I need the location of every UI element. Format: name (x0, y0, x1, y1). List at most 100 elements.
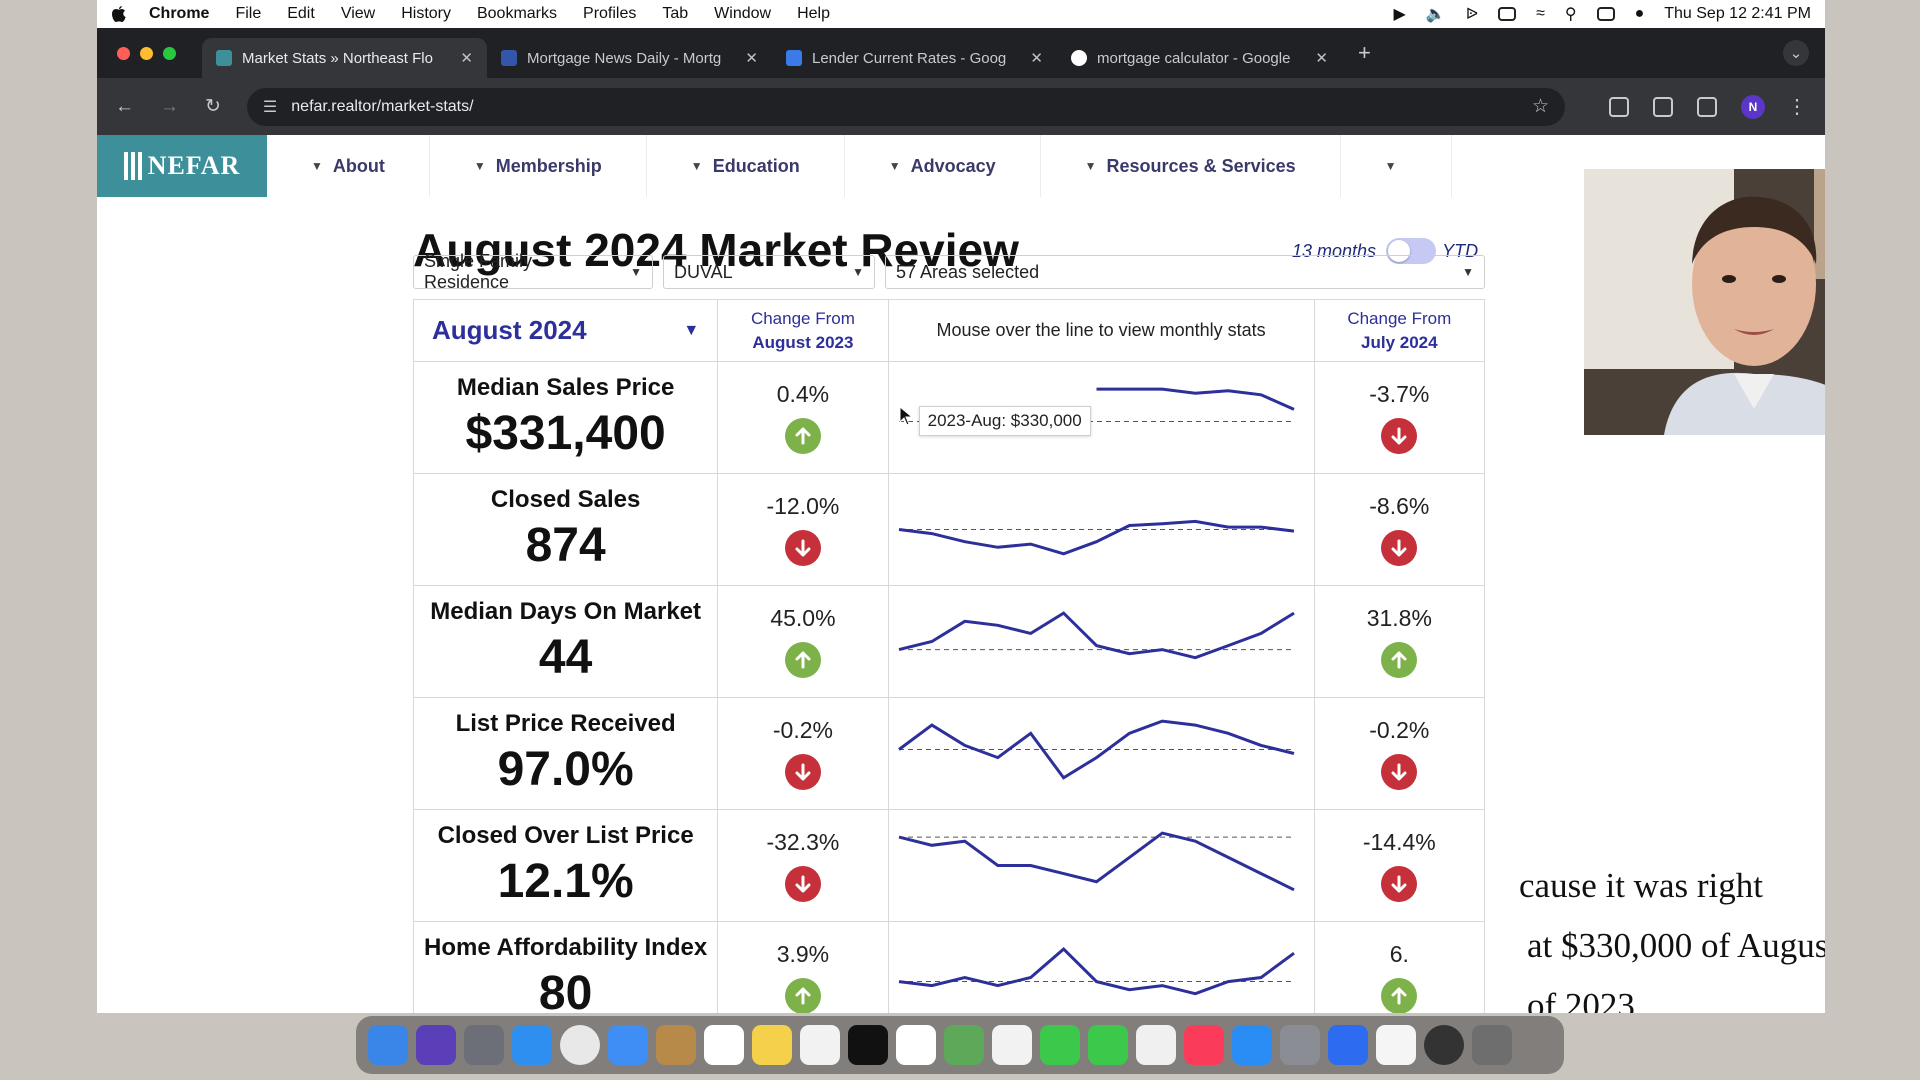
new-tab-button[interactable]: + (1358, 40, 1371, 66)
minimize-window-button[interactable] (140, 46, 153, 60)
photos-icon[interactable] (992, 1025, 1032, 1065)
table-row: Median Days On Market 44 45.0% 31.8% (412, 585, 1486, 698)
extensions-puzzle-icon[interactable] (1653, 96, 1673, 117)
site-info-icon[interactable]: ☰ (263, 97, 277, 117)
siri-icon[interactable]: ● (1635, 5, 1645, 23)
county-select[interactable]: DUVAL ▼ (663, 255, 875, 289)
play-icon[interactable]: ▶ (1394, 4, 1406, 24)
sparkline-cell[interactable]: 2023-Aug: $330,000 (887, 361, 1315, 474)
finder-icon[interactable] (368, 1025, 408, 1065)
mom-change-value: 6. (1389, 941, 1409, 967)
back-arrow-icon[interactable]: ← (115, 96, 134, 118)
reload-icon[interactable]: ↻ (205, 95, 221, 118)
close-window-button[interactable] (117, 46, 130, 60)
menu-edit[interactable]: Edit (287, 5, 315, 23)
sparkline-series[interactable] (898, 947, 1295, 996)
calendar-icon[interactable] (704, 1025, 744, 1065)
notes-icon[interactable] (752, 1025, 792, 1065)
messages-icon[interactable] (1040, 1025, 1080, 1065)
sparkline-chart[interactable] (889, 586, 1314, 697)
battery-icon[interactable] (1498, 7, 1517, 21)
sparkline-chart[interactable] (889, 474, 1314, 585)
bookmark-star-icon[interactable]: ☆ (1532, 95, 1549, 118)
sparkline-chart[interactable] (889, 698, 1314, 809)
menu-view[interactable]: View (341, 5, 375, 23)
wifi-icon[interactable]: ≈ (1536, 5, 1545, 23)
volume-icon[interactable]: 🔈 (1426, 4, 1446, 24)
profile-avatar[interactable]: N (1741, 94, 1765, 119)
app-store-icon[interactable] (1232, 1025, 1272, 1065)
month-select[interactable]: August 2024 ▼ (414, 315, 717, 346)
tab-close-icon[interactable]: ✕ (745, 49, 758, 67)
nav-education[interactable]: ▼ Education (647, 135, 845, 197)
menubar-clock[interactable]: Thu Sep 12 2:41 PM (1664, 5, 1811, 23)
sparkline-cell[interactable] (887, 921, 1315, 1013)
menu-bookmarks[interactable]: Bookmarks (477, 5, 557, 23)
sparkline-series[interactable] (898, 831, 1295, 892)
sparkline-cell[interactable] (887, 585, 1315, 698)
nav-advocacy[interactable]: ▼ Advocacy (845, 135, 1041, 197)
nav-membership[interactable]: ▼ Membership (430, 135, 647, 197)
sparkline-series[interactable] (898, 519, 1294, 556)
zoom-window-button[interactable] (163, 46, 176, 60)
tab-close-icon[interactable]: ✕ (1315, 49, 1328, 67)
address-bar[interactable]: ☰ nefar.realtor/market-stats/ ☆ (246, 87, 1565, 126)
bluetooth-icon[interactable]: ᐉ (1466, 4, 1478, 24)
tab-market-stats[interactable]: Market Stats » Northeast Flo ✕ (202, 38, 487, 78)
sparkline-cell[interactable] (887, 809, 1315, 922)
tab-close-icon[interactable]: ✕ (1030, 49, 1043, 67)
reading-list-icon[interactable] (1697, 96, 1717, 117)
nav-about[interactable]: ▼ About (267, 135, 430, 197)
news-icon[interactable] (1136, 1025, 1176, 1065)
url-text[interactable]: nefar.realtor/market-stats/ (291, 98, 473, 116)
tab-mortgage-calculator[interactable]: mortgage calculator - Google ✕ (1057, 38, 1342, 78)
menu-history[interactable]: History (401, 5, 451, 23)
system-settings-icon[interactable] (1280, 1025, 1320, 1065)
safari-icon[interactable] (512, 1025, 552, 1065)
areas-select[interactable]: 57 Areas selected ▼ (885, 255, 1485, 289)
extension-icon[interactable] (1609, 96, 1629, 117)
menu-profiles[interactable]: Profiles (583, 5, 636, 23)
contacts-icon[interactable] (656, 1025, 696, 1065)
freeform-icon[interactable] (800, 1025, 840, 1065)
spotlight-icon[interactable]: ⚲ (1565, 4, 1577, 24)
sparkline-series[interactable] (898, 611, 1295, 660)
nefar-logo[interactable]: NEFAR (97, 135, 267, 197)
tab-close-icon[interactable]: ✕ (460, 49, 473, 67)
mail-icon[interactable] (608, 1025, 648, 1065)
capcut-icon[interactable] (1376, 1025, 1416, 1065)
facetime-icon[interactable] (1088, 1025, 1128, 1065)
property-type-select[interactable]: Single Family Residence ▼ (413, 251, 653, 292)
trash-icon[interactable] (1472, 1025, 1512, 1065)
control-center-icon[interactable] (1596, 7, 1615, 21)
menu-app-name[interactable]: Chrome (149, 5, 209, 23)
loading-app-icon[interactable] (1424, 1025, 1464, 1065)
tab-mortgage-news-daily[interactable]: Mortgage News Daily - Mortg ✕ (487, 38, 772, 78)
tab-search-chevron-icon[interactable]: ⌄ (1783, 40, 1809, 66)
arrow-up-icon (784, 978, 821, 1013)
chrome-menu-icon[interactable]: ⋮ (1787, 94, 1807, 119)
menu-tab[interactable]: Tab (662, 5, 688, 23)
sparkline-chart[interactable] (889, 922, 1314, 1013)
reminders-icon[interactable] (896, 1025, 936, 1065)
menu-file[interactable]: File (235, 5, 261, 23)
siri-app-icon[interactable] (416, 1025, 456, 1065)
sparkline-cell[interactable] (887, 697, 1315, 810)
nav-resources-services[interactable]: ▼ Resources & Services (1041, 135, 1341, 197)
forward-arrow-icon[interactable]: → (160, 96, 179, 118)
tv-icon[interactable] (848, 1025, 888, 1065)
tab-lender-rates[interactable]: Lender Current Rates - Goog ✕ (772, 38, 1057, 78)
music-icon[interactable] (1184, 1025, 1224, 1065)
menu-window[interactable]: Window (714, 5, 771, 23)
launchpad-icon[interactable] (464, 1025, 504, 1065)
apple-icon[interactable] (111, 5, 127, 23)
maps-icon[interactable] (944, 1025, 984, 1065)
sparkline-cell[interactable] (887, 473, 1315, 586)
menu-help[interactable]: Help (797, 5, 830, 23)
zoom-icon[interactable] (1328, 1025, 1368, 1065)
chrome-app-icon[interactable] (560, 1025, 600, 1065)
sparkline-series[interactable] (1096, 387, 1295, 411)
metric-value: 874 (525, 519, 606, 572)
sparkline-chart[interactable] (889, 810, 1314, 921)
nav-more[interactable]: ▼ (1341, 135, 1452, 197)
